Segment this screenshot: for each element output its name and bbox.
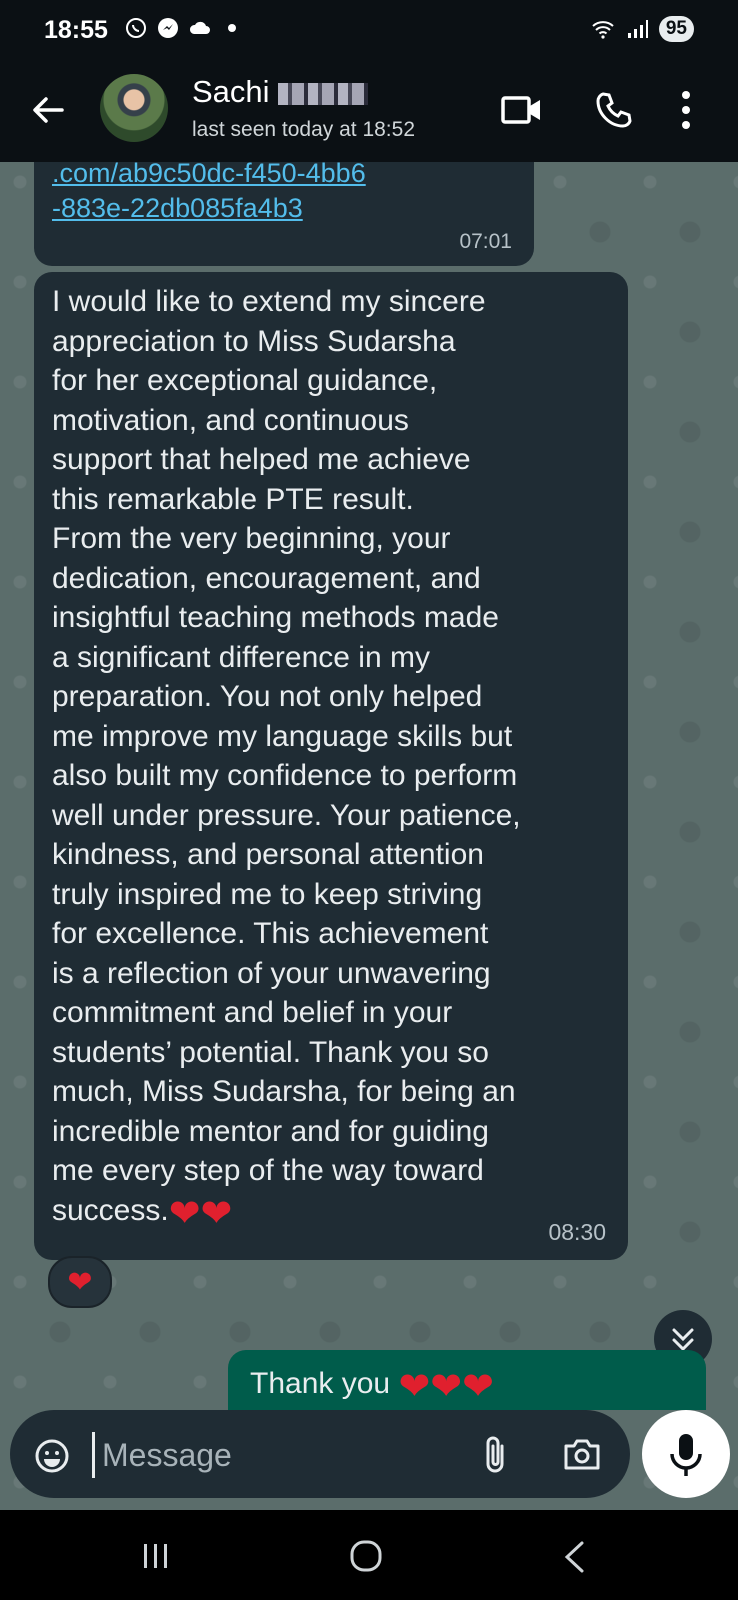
nav-back-icon[interactable]: [562, 1540, 586, 1574]
attach-icon[interactable]: [480, 1434, 510, 1476]
chat-area[interactable]: .com/ab9c50dc-f450-4bb6 -883e-22db085fa4…: [0, 162, 738, 1510]
redacted-surname: [277, 82, 368, 105]
text-cursor: [92, 1432, 95, 1478]
status-time: 18:55: [44, 16, 108, 44]
message-bubble-outgoing[interactable]: Thank you ❤❤❤: [228, 1350, 706, 1410]
mic-icon: [670, 1434, 702, 1476]
status-bar: 18:55 95: [0, 0, 738, 64]
link-line: .com/ab9c50dc-f450-4bb6: [52, 162, 366, 188]
emoji-icon[interactable]: [34, 1438, 70, 1474]
last-seen-status: last seen today at 18:52: [192, 118, 415, 141]
contact-name[interactable]: Sachi: [192, 74, 368, 110]
message-body: I would like to extend my sincere apprec…: [52, 285, 521, 1227]
whatsapp-icon: [126, 18, 146, 38]
battery-level: 95: [658, 16, 694, 42]
system-nav-bar: [0, 1510, 738, 1600]
message-composer: [10, 1410, 630, 1498]
reaction-badge[interactable]: ❤: [48, 1256, 112, 1308]
cloud-icon: [189, 21, 210, 34]
more-vert-icon[interactable]: [680, 88, 692, 132]
message-body: Thank you: [250, 1367, 391, 1400]
mic-button[interactable]: [642, 1410, 730, 1498]
wifi-icon: [592, 21, 614, 39]
back-arrow-icon[interactable]: [28, 90, 68, 130]
home-icon[interactable]: [348, 1538, 384, 1574]
messenger-icon: [158, 18, 178, 38]
message-text: Thank you ❤❤❤: [250, 1364, 494, 1409]
message-link[interactable]: .com/ab9c50dc-f450-4bb6 -883e-22db085fa4…: [52, 162, 366, 226]
dot-icon: [228, 24, 236, 32]
message-time: 07:01: [459, 230, 512, 253]
signal-icon: [627, 20, 648, 38]
phone-icon[interactable]: [594, 90, 634, 130]
camera-icon[interactable]: [562, 1436, 602, 1472]
recent-apps-icon[interactable]: [140, 1540, 172, 1572]
avatar[interactable]: [100, 74, 168, 142]
video-call-icon[interactable]: [500, 90, 544, 130]
message-input[interactable]: [102, 1430, 462, 1480]
message-time: 08:30: [548, 1219, 606, 1245]
message-bubble-incoming[interactable]: .com/ab9c50dc-f450-4bb6 -883e-22db085fa4…: [34, 162, 534, 266]
message-bubble-incoming[interactable]: I would like to extend my sincere apprec…: [34, 272, 628, 1260]
message-text: I would like to extend my sincere apprec…: [52, 282, 612, 1234]
link-line: -883e-22db085fa4b3: [52, 193, 303, 223]
heart-emoji: ❤❤: [168, 1192, 233, 1235]
heart-emoji: ❤❤❤: [398, 1366, 494, 1408]
chat-header: Sachi last seen today at 18:52: [0, 64, 738, 162]
contact-name-text: Sachi: [192, 74, 270, 109]
